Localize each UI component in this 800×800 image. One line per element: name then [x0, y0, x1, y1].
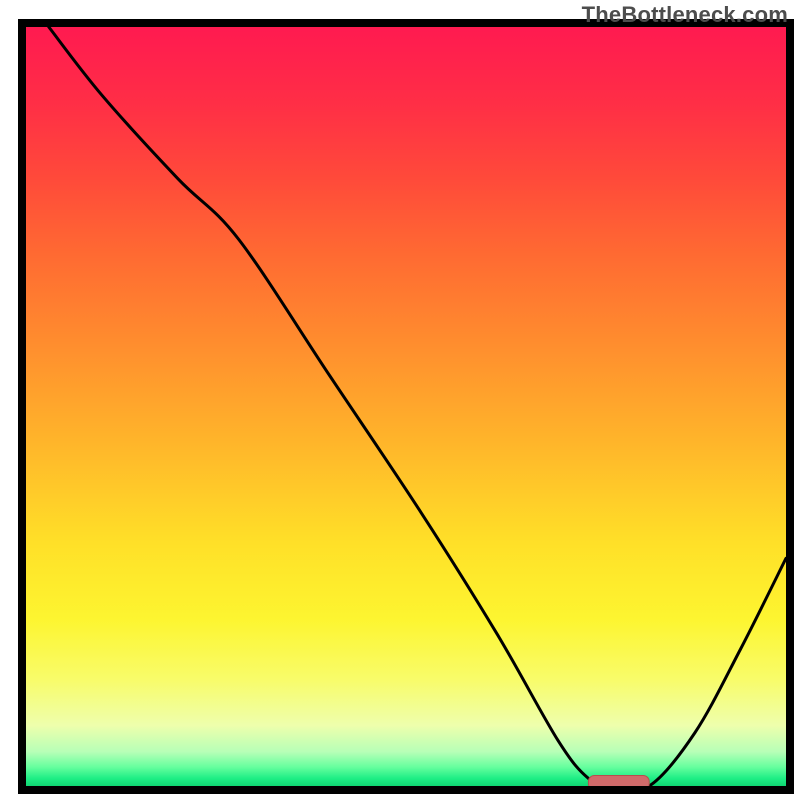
watermark-label: TheBottleneck.com [582, 2, 788, 28]
bottleneck-chart [0, 0, 800, 800]
chart-container: TheBottleneck.com [0, 0, 800, 800]
chart-background [26, 27, 786, 786]
